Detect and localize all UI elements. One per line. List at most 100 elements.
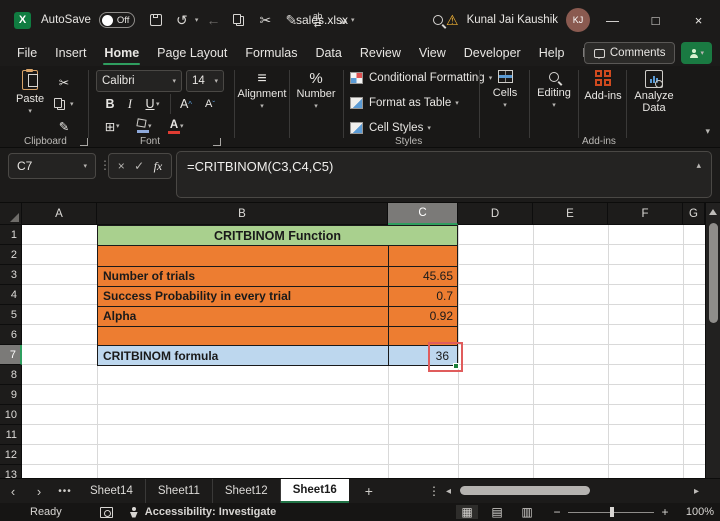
spreadsheet-grid[interactable]: A B C D E F G 1 2 3 4 5 6 7 8 9 10 11 12… (0, 203, 720, 485)
row-header-12[interactable]: 12 (0, 445, 22, 465)
editing-button[interactable]: Editing ▾ (532, 70, 576, 109)
cut-button[interactable]: ✂ (54, 72, 74, 92)
horizontal-scroll-thumb[interactable] (460, 486, 590, 495)
cells-button[interactable]: Cells ▾ (484, 70, 526, 109)
number-button[interactable]: % Number ▾ (292, 70, 340, 110)
page-break-view-icon[interactable]: ▥ (516, 505, 538, 519)
scroll-left-icon[interactable]: ◂ (446, 486, 458, 497)
column-header-f[interactable]: F (608, 203, 683, 225)
tab-help[interactable]: Help (530, 42, 574, 64)
close-button[interactable]: × (677, 0, 720, 40)
column-header-a[interactable]: A (22, 203, 97, 225)
row-header-3[interactable]: 3 (0, 265, 22, 285)
font-color-dropdown-icon[interactable]: ▾ (180, 122, 184, 130)
cancel-entry-icon[interactable]: × (118, 159, 125, 173)
conditional-formatting-button[interactable]: Conditional Formatting ▾ (350, 72, 492, 84)
redo-icon[interactable]: ← (202, 9, 224, 31)
row-header-2[interactable]: 2 (0, 245, 22, 265)
sheet-tab-sheet12[interactable]: Sheet12 (213, 479, 281, 503)
row-header-4[interactable]: 4 (0, 285, 22, 305)
tab-insert[interactable]: Insert (46, 42, 95, 64)
zoom-percentage[interactable]: 100% (676, 506, 714, 518)
format-as-table-button[interactable]: Format as Table ▾ (350, 97, 459, 109)
tab-file[interactable]: File (8, 42, 46, 64)
cell-b3-label[interactable]: Number of trials (98, 266, 388, 286)
sheet-tab-sheet11[interactable]: Sheet11 (146, 479, 213, 503)
search-button[interactable] (428, 10, 448, 30)
undo-dropdown-icon[interactable]: ▾ (195, 16, 199, 24)
autosave-toggle[interactable]: Off (98, 12, 135, 28)
column-header-d[interactable]: D (458, 203, 533, 225)
underline-dropdown-icon[interactable]: ▾ (156, 100, 160, 108)
cell-b4-label[interactable]: Success Probability in every trial (98, 286, 388, 306)
cell-c4-value[interactable]: 0.7 (389, 286, 457, 306)
zoom-out-button[interactable]: − (548, 505, 566, 519)
zoom-slider-thumb[interactable] (610, 507, 614, 517)
tab-view[interactable]: View (410, 42, 455, 64)
font-size-select[interactable]: 14 ▾ (186, 70, 224, 92)
vertical-scrollbar[interactable] (705, 203, 720, 478)
result-row[interactable]: CRITBINOM formula 36 (97, 345, 458, 366)
next-sheet-icon[interactable]: › (26, 484, 52, 499)
row-header-1[interactable]: 1 (0, 225, 22, 245)
confirm-entry-icon[interactable]: ✓ (134, 159, 144, 173)
row-header-9[interactable]: 9 (0, 385, 22, 405)
document-title[interactable]: sales.xlsx ▾ (296, 0, 355, 40)
name-box[interactable]: C7 ▾ (8, 153, 96, 179)
share-button[interactable]: ▾ (681, 42, 712, 64)
alignment-button[interactable]: ≡ Alignment ▾ (238, 70, 287, 110)
copy-button[interactable] (50, 94, 70, 114)
bold-button[interactable]: B (100, 94, 120, 114)
row-header-11[interactable]: 11 (0, 425, 22, 445)
analyze-data-button[interactable]: Analyze Data (630, 70, 678, 114)
format-painter-button[interactable]: ✎ (54, 116, 74, 136)
tab-data[interactable]: Data (306, 42, 350, 64)
borders-dropdown-icon[interactable]: ▾ (116, 122, 120, 130)
tab-developer[interactable]: Developer (455, 42, 530, 64)
decrease-font-button[interactable]: Aˇ (200, 94, 220, 114)
fill-color-dropdown-icon[interactable]: ▾ (148, 122, 152, 130)
comments-button[interactable]: Comments (583, 42, 676, 64)
font-family-select[interactable]: Calibri ▾ (96, 70, 182, 92)
cell-c5-value[interactable]: 0.92 (389, 306, 457, 326)
scroll-up-icon[interactable] (709, 209, 717, 215)
copy-icon[interactable] (228, 9, 250, 31)
macro-record-icon[interactable] (99, 506, 113, 518)
cell-b7-label[interactable]: CRITBINOM formula (98, 346, 388, 366)
row-header-6[interactable]: 6 (0, 325, 22, 345)
row-header-7[interactable]: 7 (0, 345, 22, 365)
vertical-scroll-thumb[interactable] (709, 223, 718, 323)
all-sheets-icon[interactable]: ••• (52, 486, 78, 497)
cell-c3-value[interactable]: 45.65 (389, 266, 457, 286)
font-dialog-launcher-icon[interactable] (213, 138, 221, 146)
cell-styles-button[interactable]: Cell Styles ▾ (350, 122, 431, 134)
save-icon[interactable] (145, 9, 167, 31)
cut-icon[interactable]: ✂ (254, 9, 276, 31)
addins-button[interactable]: Add-ins (582, 70, 624, 102)
maximize-button[interactable]: □ (634, 0, 677, 40)
column-header-c[interactable]: C (388, 203, 458, 225)
column-header-b[interactable]: B (97, 203, 388, 225)
row-header-8[interactable]: 8 (0, 365, 22, 385)
column-header-e[interactable]: E (533, 203, 608, 225)
tab-page-layout[interactable]: Page Layout (148, 42, 236, 64)
italic-button[interactable]: I (120, 94, 140, 114)
accessibility-status[interactable]: Accessibility: Investigate (145, 506, 276, 518)
cell-b1-title[interactable]: CRITBINOM Function (97, 225, 458, 246)
zoom-slider[interactable] (568, 505, 654, 519)
avatar[interactable]: KJ (566, 8, 590, 32)
new-sheet-icon[interactable]: + (349, 483, 389, 499)
warning-icon[interactable]: ⚠ (446, 12, 459, 29)
fill-handle[interactable] (453, 363, 459, 369)
cell-b5-label[interactable]: Alpha (98, 306, 388, 326)
input-table[interactable]: Number of trials 45.65 Success Probabili… (97, 245, 458, 346)
tab-home[interactable]: Home (95, 42, 148, 65)
row-header-5[interactable]: 5 (0, 305, 22, 325)
insert-function-icon[interactable]: fx (154, 159, 163, 174)
tab-review[interactable]: Review (351, 42, 410, 64)
tab-formulas[interactable]: Formulas (236, 42, 306, 64)
clipboard-dialog-launcher-icon[interactable] (80, 138, 88, 146)
formula-input[interactable] (187, 156, 677, 176)
prev-sheet-icon[interactable]: ‹ (0, 484, 26, 499)
formula-input-area[interactable]: ▴ (176, 151, 712, 198)
